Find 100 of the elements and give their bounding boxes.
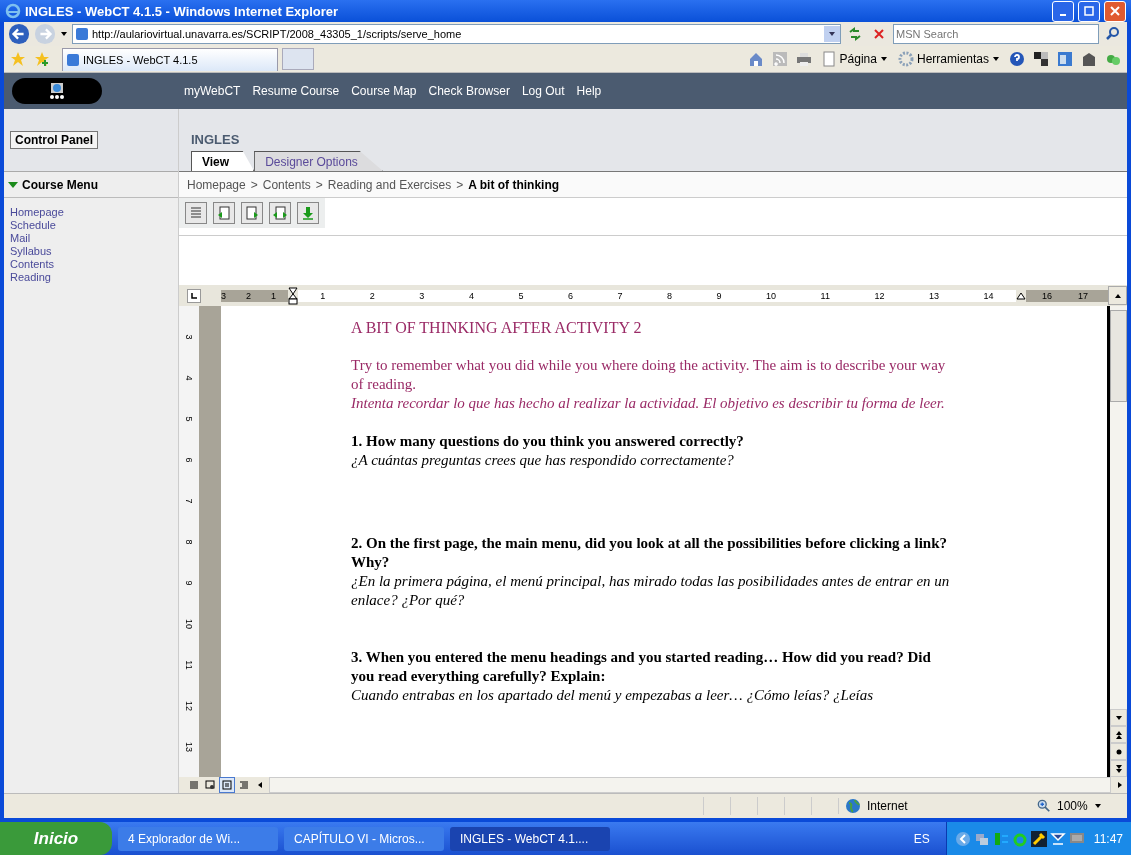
tools-menu[interactable]: Herramientas: [916, 52, 989, 66]
ruler-number: 8: [184, 539, 194, 544]
down-arrow-icon: [1114, 713, 1123, 722]
ruler-number: 13: [929, 290, 939, 301]
caret-icon[interactable]: [879, 55, 888, 63]
document-text: 2. On the first page, the main menu, did you look at all the possibilities before clicking a link? Why?: [351, 534, 949, 572]
next-page-button[interactable]: [1110, 760, 1127, 777]
nav-link[interactable]: Log Out: [521, 84, 565, 98]
start-button[interactable]: Inicio: [0, 822, 112, 855]
select-browse-button[interactable]: [1110, 743, 1127, 760]
caret-icon[interactable]: [60, 30, 68, 38]
breadcrumb-link[interactable]: Contents: [262, 177, 311, 192]
ruler-number: 12: [874, 290, 885, 301]
dot-icon: [1114, 747, 1123, 756]
pages-icon[interactable]: [269, 202, 291, 224]
ruler-number: 8: [667, 290, 673, 301]
breadcrumb-link[interactable]: Homepage: [187, 177, 246, 192]
zoom-icon[interactable]: [1037, 799, 1051, 813]
course-menu-link[interactable]: Mail: [10, 232, 172, 245]
ruler-number: 11: [820, 290, 830, 301]
document-text: ¿A cuántas preguntas crees que has respondido correctamente?: [351, 451, 735, 470]
tray-icon[interactable]: [1049, 830, 1066, 847]
ruler-number: 5: [518, 290, 524, 301]
course-menu-link[interactable]: Homepage: [10, 206, 172, 219]
right-indent-marker-icon[interactable]: [1015, 291, 1026, 300]
nav-link[interactable]: myWebCT: [184, 84, 241, 98]
tab-stop-button[interactable]: [187, 288, 201, 303]
double-down-arrow-icon: [1114, 764, 1123, 773]
close-icon: [1110, 6, 1120, 16]
scroll-down-button[interactable]: [1110, 709, 1127, 726]
back-icon[interactable]: [8, 23, 30, 45]
caret-icon[interactable]: [1093, 802, 1102, 810]
course-menu-link[interactable]: Syllabus: [10, 245, 172, 258]
taskbar-button[interactable]: CAPÍTULO VI - Micros...: [284, 826, 444, 851]
course-menu-link[interactable]: Contents: [10, 258, 172, 271]
ruler-number: 17: [1078, 290, 1088, 301]
ruler-number: 6: [567, 290, 573, 301]
breadcrumb-current: A bit of thinking: [468, 177, 560, 192]
right-arrow-icon: [1116, 781, 1124, 789]
minimize-icon: [1060, 14, 1066, 16]
list-icon[interactable]: [185, 202, 207, 224]
ruler-number: 12: [184, 700, 194, 711]
tray-icon[interactable]: [1030, 830, 1047, 847]
ruler-number: 14: [983, 290, 994, 301]
scroll-up-button[interactable]: [1108, 286, 1127, 305]
gear-icon[interactable]: [897, 51, 914, 67]
clock: 11:47: [1093, 831, 1123, 846]
scroll-thumb[interactable]: [1110, 310, 1127, 402]
caret-icon[interactable]: [992, 55, 1000, 63]
indent-marker-icon[interactable]: [288, 286, 299, 305]
close-button[interactable]: [1104, 0, 1126, 22]
address-field[interactable]: http://aulariovirtual.unavarra.es/SCRIPT/2008_43305_1/scripts/serve_home: [72, 24, 841, 44]
ruler-number: 2: [369, 290, 375, 301]
page-menu[interactable]: Página: [839, 52, 877, 66]
ruler-number: 3: [221, 290, 226, 301]
control-panel-button[interactable]: Control Panel: [10, 131, 98, 149]
next-page-icon[interactable]: [241, 202, 263, 224]
course-menu-header[interactable]: Course Menu: [4, 172, 178, 198]
ruler-number: 4: [184, 375, 194, 380]
web-view-icon[interactable]: [203, 778, 217, 792]
ruler-number: 6: [184, 457, 194, 462]
course-menu-link[interactable]: Schedule: [10, 219, 172, 232]
breadcrumb-separator: >: [250, 177, 258, 192]
document-text: 1. How many questions do you think you answered correctly?: [351, 432, 745, 451]
taskbar-button[interactable]: INGLES - WebCT 4.1....: [450, 826, 610, 851]
page-icon: [67, 53, 79, 66]
tab[interactable]: Designer Options: [254, 151, 383, 171]
security-zone: Internet: [867, 799, 908, 813]
nav-link[interactable]: Course Map: [351, 84, 417, 98]
dropdown-icon[interactable]: [828, 30, 836, 38]
ruler-number: 16: [1041, 290, 1052, 301]
course-menu-title: Course Menu: [22, 177, 98, 192]
help-icon[interactable]: [1007, 49, 1027, 69]
minimize-button[interactable]: [1052, 0, 1074, 22]
toolbar-icon[interactable]: [1031, 49, 1051, 69]
outline-view-icon[interactable]: [237, 778, 251, 792]
course-title: INGLES: [191, 132, 241, 147]
previous-page-button[interactable]: [1110, 726, 1127, 743]
logo-icon: [12, 78, 102, 104]
search-field[interactable]: MSN Search: [893, 24, 1099, 44]
maximize-button[interactable]: [1078, 0, 1100, 22]
ruler-number: 7: [617, 290, 623, 301]
breadcrumb-link[interactable]: Reading and Exercises: [327, 177, 452, 192]
taskbar-button[interactable]: 4 Explorador de Wi...: [118, 826, 278, 851]
nav-link[interactable]: Resume Course: [252, 84, 340, 98]
tab[interactable]: View: [191, 151, 255, 171]
nav-link[interactable]: Check Browser: [428, 84, 510, 98]
course-menu-link[interactable]: Reading: [10, 271, 172, 284]
browser-tab[interactable]: INGLES - WebCT 4.1.5: [62, 47, 278, 71]
nav-link[interactable]: Help: [576, 84, 602, 98]
language-indicator[interactable]: ES: [913, 831, 930, 846]
ruler-number: 7: [184, 498, 194, 503]
document-text: Intenta recordar lo que has hecho al realizar la actividad. El objetivo es describir tu forma de leer.: [351, 394, 946, 413]
normal-view-icon[interactable]: [187, 778, 201, 792]
previous-page-icon[interactable]: [213, 202, 235, 224]
download-icon[interactable]: [297, 202, 319, 224]
print-view-icon[interactable]: [219, 777, 235, 793]
ruler-number: 13: [184, 741, 194, 752]
zoom-level[interactable]: 100%: [1057, 799, 1088, 813]
ruler-number: 3: [419, 290, 425, 301]
